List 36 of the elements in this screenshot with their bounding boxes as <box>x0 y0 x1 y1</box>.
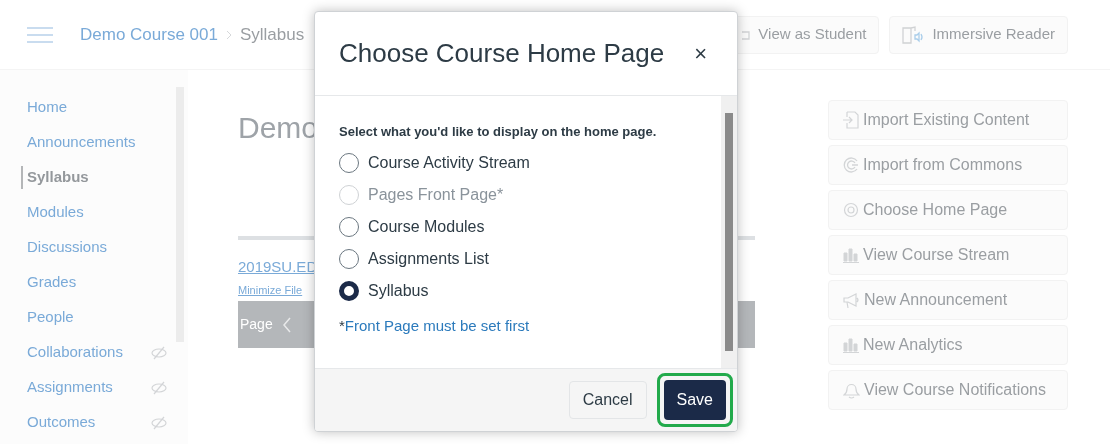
option-label: Syllabus <box>368 280 429 301</box>
sidebar-action-button[interactable]: Import Existing Content <box>828 100 1068 140</box>
sidebar-link[interactable]: Collaborations <box>27 341 123 364</box>
file-link[interactable]: 2019SU.ED <box>238 256 318 279</box>
sidebar-action-button[interactable]: Choose Home Page <box>828 190 1068 230</box>
sidebar-link[interactable]: Grades <box>27 271 77 294</box>
dialog-title: Choose Course Home Page <box>339 37 665 70</box>
breadcrumb-current: Syllabus <box>239 23 305 46</box>
page-label: Page <box>240 315 273 334</box>
breadcrumb-link[interactable]: Demo Course 001 <box>80 21 218 48</box>
page-title: Demo <box>238 110 319 146</box>
sidebar-action-button[interactable]: New Analytics <box>828 325 1068 365</box>
minimize-link[interactable]: Minimize File <box>238 281 303 298</box>
footnote-mark: * <box>339 316 345 334</box>
sidebar-link[interactable]: Discussions <box>27 236 108 259</box>
option-label: Assignments List <box>368 248 489 269</box>
sidebar-action-button[interactable]: Import from Commons <box>828 145 1068 185</box>
sidebar-link[interactable]: Home <box>27 96 67 119</box>
sidebar-link[interactable]: Syllabus <box>21 166 89 189</box>
option-label: Course Activity Stream <box>368 152 530 173</box>
option-label: Course Modules <box>368 216 485 237</box>
option-label: Pages Front Page* <box>368 184 504 205</box>
instruction-text: Select what you'd like to display on the home page. <box>339 123 658 141</box>
sidebar-link[interactable]: Assignments <box>27 376 113 399</box>
sidebar-action-button[interactable]: New Announcement <box>828 280 1068 320</box>
sidebar-link[interactable]: Announcements <box>27 131 136 154</box>
sidebar-action-button[interactable]: View Course Notifications <box>828 370 1068 410</box>
close-button[interactable]: × <box>694 42 707 65</box>
save-button[interactable]: Save <box>663 380 726 420</box>
footnote-link[interactable]: Front Page must be set first <box>344 316 530 334</box>
cancel-button[interactable]: Cancel <box>568 381 647 419</box>
immersive-reader-button[interactable]: Immersive Reader <box>889 15 1068 54</box>
sidebar-link[interactable]: People <box>27 306 74 329</box>
sidebar-link[interactable]: Outcomes <box>27 411 96 434</box>
sidebar-action-button[interactable]: View Course Stream <box>828 235 1068 275</box>
sidebar-link[interactable]: Modules <box>27 201 84 224</box>
